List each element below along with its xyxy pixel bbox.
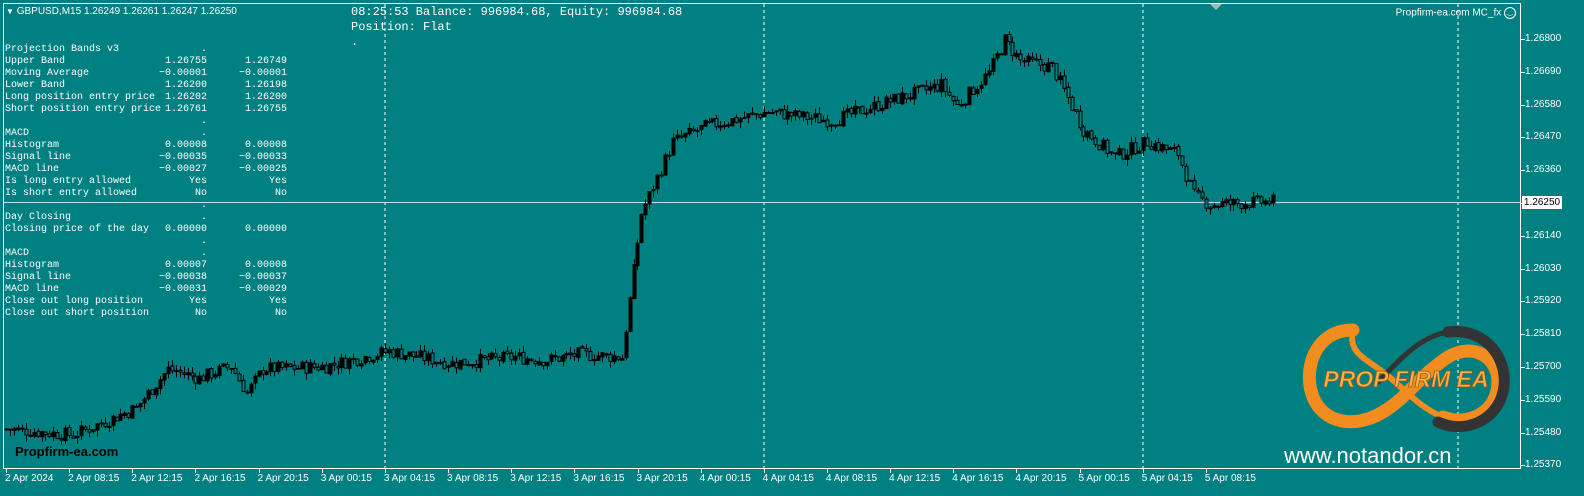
time-tick-label: 4 Apr 16:15	[952, 473, 1004, 484]
expert-advisor-label: Propfirm-ea.com MC_fx	[1395, 7, 1502, 19]
panel-label: MACD	[5, 128, 30, 139]
time-tick-label: 4 Apr 00:15	[699, 473, 751, 484]
price-tick-label: 1.25920	[1525, 295, 1562, 307]
chart-window[interactable]: ▼ GBPUSD,M15 1.26249 1.26261 1.26247 1.2…	[0, 0, 1584, 496]
time-tick-label: 4 Apr 12:15	[889, 473, 941, 484]
watermark-propfirm: Propfirm-ea.com	[15, 444, 119, 459]
current-price-label: 1.26250	[1522, 195, 1562, 209]
panel-label: Short position entry price	[5, 104, 162, 115]
price-tick-label: 1.25590	[1525, 393, 1562, 405]
panel-label: Closing price of the day	[5, 224, 150, 235]
price-tick-label: 1.25810	[1525, 328, 1562, 340]
price-tick-label: 1.25700	[1525, 361, 1562, 372]
prop-firm-ea-logo: PROP FIRM EA	[1302, 323, 1510, 432]
price-tick-label: 1.26800	[1525, 33, 1562, 44]
panel-label: Signal line	[5, 272, 72, 283]
time-tick-label: 3 Apr 04:15	[383, 473, 436, 484]
plot-frame	[3, 3, 1521, 469]
time-tick-label: 3 Apr 00:15	[320, 473, 372, 484]
panel-label: Is long entry allowed	[5, 176, 132, 187]
time-tick-label: 5 Apr 08:15	[1204, 473, 1256, 484]
panel-label: Long position entry price	[5, 92, 156, 103]
time-tick-label: 2 Apr 20:15	[257, 473, 309, 484]
panel-label: Day Closing	[5, 212, 72, 223]
panel-label: MACD line	[5, 284, 60, 295]
panel-label: Lower Band	[5, 80, 66, 91]
panel-label: Histogram	[5, 260, 60, 271]
status-dot-line: .	[351, 35, 359, 49]
panel-label: Histogram	[5, 140, 60, 151]
price-tick-label: 1.26580	[1525, 98, 1562, 110]
symbol-header-text: GBPUSD,M15 1.26249 1.26261 1.26247 1.262…	[16, 6, 237, 17]
price-tick-label: 1.26470	[1525, 131, 1562, 143]
time-tick-label: 5 Apr 04:15	[1141, 473, 1193, 484]
symbol-header: ▼ GBPUSD,M15 1.26249 1.26261 1.26247 1.2…	[6, 6, 237, 17]
time-tick-label: 4 Apr 08:15	[825, 473, 878, 484]
panel-label: Is short entry allowed	[5, 188, 138, 199]
price-tick-label: 1.26140	[1525, 229, 1562, 241]
account-status: 08:25:53 Balance: 996984.68, Equity: 996…	[351, 5, 682, 50]
watermark-notandor: www.notandor.cn	[1284, 443, 1452, 468]
time-tick-label: 4 Apr 04:15	[762, 473, 814, 484]
panel-label: MACD line	[5, 164, 60, 175]
time-tick-label: 5 Apr 00:15	[1078, 473, 1130, 484]
time-tick-label: 3 Apr 08:15	[447, 473, 499, 484]
logo-text: PROP FIRM EA	[1323, 366, 1488, 392]
panel-label: MACD	[5, 248, 30, 259]
time-tick-label: 4 Apr 20:15	[1015, 473, 1067, 484]
time-tick-label: 2 Apr 08:15	[68, 473, 120, 484]
collapse-triangle-icon[interactable]: ▼	[6, 7, 14, 16]
smiley-icon[interactable]: ‿	[1504, 7, 1516, 19]
status-balance-line: 08:25:53 Balance: 996984.68, Equity: 996…	[351, 5, 683, 19]
price-tick-label: 1.26360	[1525, 164, 1562, 176]
expert-advisor-name: Propfirm-ea.com MC_fx ‿	[1396, 7, 1516, 19]
panel-label: Upper Band	[5, 56, 66, 67]
time-tick-label: 3 Apr 20:15	[636, 473, 688, 484]
time-tick-label: 2 Apr 16:15	[194, 473, 246, 484]
time-tick-label: 2 Apr 2024	[5, 473, 54, 484]
panel-label: Signal line	[5, 152, 72, 163]
time-axis[interactable]: 2 Apr 2024 2 Apr 08:15 2 Apr 12:15 2 Apr 16…	[0, 469, 1521, 496]
price-axis[interactable]: 1.26800 1.26690 1.26580 1.26470 1.26360 1.262…	[1521, 3, 1584, 471]
time-tick-label: 2 Apr 12:15	[131, 473, 183, 484]
time-tick-label: 3 Apr 12:15	[510, 473, 562, 484]
price-tick-label: 1.25480	[1525, 426, 1562, 438]
price-tick-label: 1.26030	[1525, 262, 1562, 274]
time-tick-label: 3 Apr 16:15	[573, 473, 625, 484]
status-position-line: Position: Flat	[351, 20, 452, 34]
price-tick-label: 1.26690	[1525, 65, 1562, 77]
panel-label: Close out long position	[5, 296, 144, 307]
panel-label: Close out short position	[5, 308, 150, 319]
panel-label: Moving Average	[5, 68, 90, 79]
price-tick-label: 1.25370	[1525, 459, 1562, 471]
panel-label: Projection Bands v3	[5, 44, 120, 55]
